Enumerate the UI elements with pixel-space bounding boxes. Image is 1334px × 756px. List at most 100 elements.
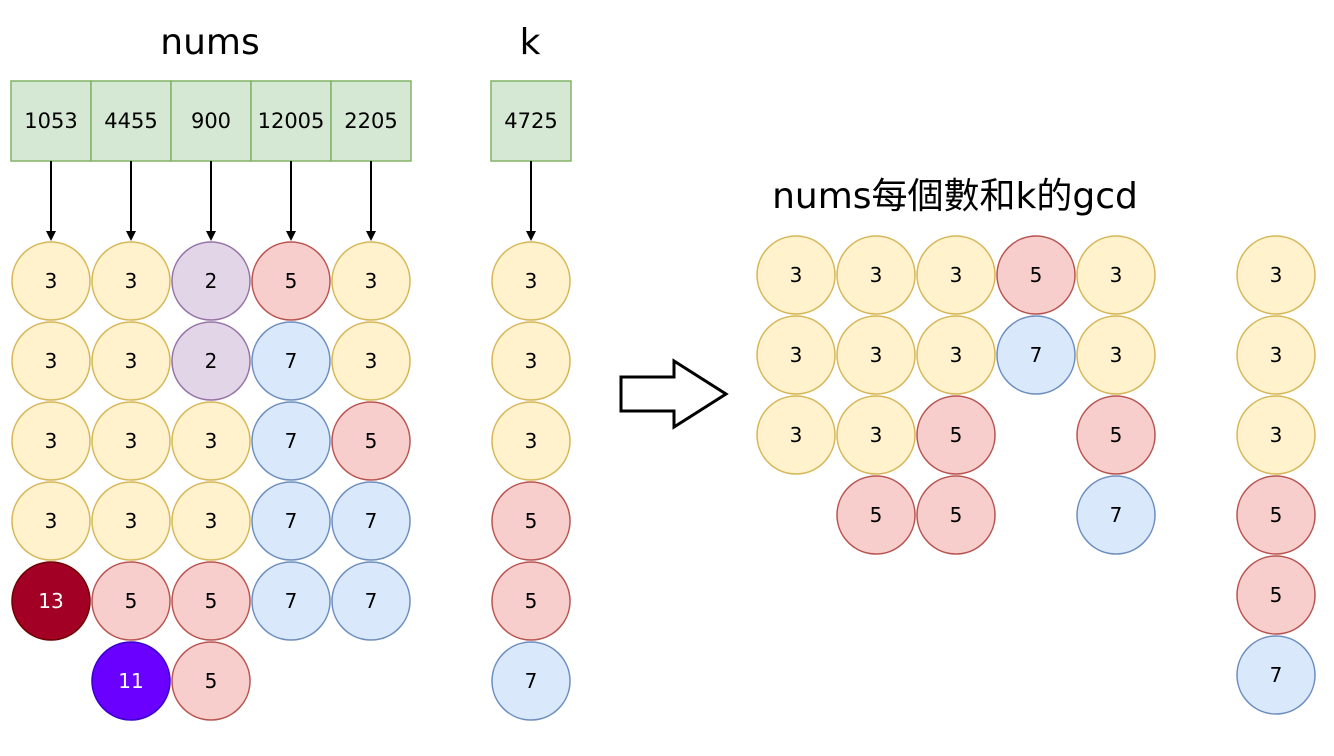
nums-factor-circle: 7 (251, 561, 331, 641)
factor-label: 3 (125, 509, 138, 533)
nums-cell-value: 1053 (24, 109, 77, 133)
nums-factor-circle: 13 (11, 561, 91, 641)
factor-label: 7 (285, 509, 298, 533)
nums-cell-value: 12005 (258, 109, 325, 133)
gcd-factor-circle: 3 (916, 315, 996, 395)
nums-factor-circle: 3 (11, 241, 91, 321)
factorization-arrows (46, 161, 536, 241)
nums-factor-circle: 7 (251, 481, 331, 561)
factor-label: 7 (365, 509, 378, 533)
factor-label: 3 (870, 263, 883, 287)
transform-arrow-icon (619, 358, 729, 430)
factor-label: 3 (525, 349, 538, 373)
factor-label: 5 (365, 429, 378, 453)
factor-label: 3 (125, 349, 138, 373)
factor-label: 3 (790, 423, 803, 447)
factor-label: 5 (950, 423, 963, 447)
nums-factor-circle: 5 (91, 561, 171, 641)
nums-factor-circle: 5 (171, 561, 251, 641)
k-factor-circle: 5 (491, 561, 571, 641)
gcd-factor-circle: 7 (1076, 475, 1156, 555)
factor-label: 3 (1270, 423, 1283, 447)
gcd-factor-circle: 3 (756, 235, 836, 315)
factor-label: 3 (365, 269, 378, 293)
factor-label: 5 (285, 269, 298, 293)
factor-label: 3 (1110, 343, 1123, 367)
factor-label: 3 (45, 349, 58, 373)
right-k-factor-circle: 5 (1236, 555, 1316, 635)
factor-label: 7 (1030, 343, 1043, 367)
factor-label: 5 (525, 589, 538, 613)
factor-label: 5 (1270, 503, 1283, 527)
factor-label: 3 (950, 343, 963, 367)
nums-factor-circle: 3 (11, 481, 91, 561)
factor-label: 5 (525, 509, 538, 533)
nums-factor-circle: 3 (91, 321, 171, 401)
right-k-factor-circle: 3 (1236, 235, 1316, 315)
nums-factor-circle: 2 (171, 241, 251, 321)
factor-label: 3 (45, 429, 58, 453)
nums-factor-circle: 7 (251, 321, 331, 401)
nums-cell-value: 4455 (104, 109, 157, 133)
factor-label: 3 (125, 269, 138, 293)
nums-factor-circle: 11 (91, 641, 171, 721)
nums-factor-circle: 5 (171, 641, 251, 721)
result-title: nums每個數和k的gcd (772, 176, 1138, 217)
factor-label: 7 (1270, 663, 1283, 687)
right-k-factor-circle: 3 (1236, 315, 1316, 395)
gcd-factor-circle: 5 (996, 235, 1076, 315)
nums-factor-circle: 7 (251, 401, 331, 481)
factor-label: 3 (525, 269, 538, 293)
gcd-factor-circle: 3 (756, 315, 836, 395)
k-cell-value: 4725 (504, 109, 557, 133)
gcd-factor-circle: 5 (916, 395, 996, 475)
nums-factor-circle: 3 (91, 241, 171, 321)
factor-label: 5 (870, 503, 883, 527)
right-k-factor-circle: 7 (1236, 635, 1316, 715)
nums-cell-value: 900 (191, 109, 231, 133)
right-k-factor-circle: 5 (1236, 475, 1316, 555)
factor-label: 3 (45, 269, 58, 293)
nums-factor-circle: 5 (251, 241, 331, 321)
nums-factor-circle: 7 (331, 481, 411, 561)
factor-label: 3 (205, 429, 218, 453)
gcd-factor-circle: 3 (756, 395, 836, 475)
factor-label: 3 (870, 343, 883, 367)
factor-label: 3 (790, 263, 803, 287)
k-factor-circle: 7 (491, 641, 571, 721)
nums-title: nums (160, 22, 259, 63)
nums-factor-circle: 3 (11, 321, 91, 401)
k-factor-circle: 3 (491, 401, 571, 481)
factor-label: 5 (125, 589, 138, 613)
gcd-factor-circle: 3 (836, 395, 916, 475)
factor-label: 3 (365, 349, 378, 373)
factor-label: 5 (1110, 423, 1123, 447)
factor-label: 3 (1270, 343, 1283, 367)
nums-factor-circle: 3 (171, 401, 251, 481)
factor-label: 7 (285, 429, 298, 453)
gcd-factor-circle: 3 (836, 235, 916, 315)
gcd-factor-circle: 3 (1076, 315, 1156, 395)
gcd-factor-diagram: nums k nums每個數和k的gcd 1053 4455 900 12005… (10, 22, 1316, 721)
nums-factor-circle: 3 (171, 481, 251, 561)
factor-label: 11 (118, 669, 143, 693)
nums-factor-circle: 5 (331, 401, 411, 481)
nums-factor-circle: 3 (91, 481, 171, 561)
nums-factor-circle: 2 (171, 321, 251, 401)
factor-label: 7 (1110, 503, 1123, 527)
factor-label: 3 (1110, 263, 1123, 287)
nums-factor-circle: 3 (331, 321, 411, 401)
factor-label: 3 (790, 343, 803, 367)
gcd-factor-circle: 5 (836, 475, 916, 555)
k-factor-circle: 5 (491, 481, 571, 561)
nums-factor-circle: 3 (11, 401, 91, 481)
k-factor-circle: 3 (491, 321, 571, 401)
factor-label: 7 (285, 349, 298, 373)
gcd-factor-circle: 3 (1076, 235, 1156, 315)
nums-array: 1053 4455 900 12005 2205 (10, 80, 412, 162)
factor-label: 2 (205, 269, 218, 293)
factor-label: 13 (38, 589, 63, 613)
factor-circles: 3 3 3 3 13 3 3 3 3 5 11 2 2 3 3 5 5 5 7 7 7 7 3 3 5 7 7 3 3 3 5 5 7 3 3 3 3 3… (11, 235, 1316, 721)
nums-factor-circle: 3 (91, 401, 171, 481)
factor-label: 7 (365, 589, 378, 613)
